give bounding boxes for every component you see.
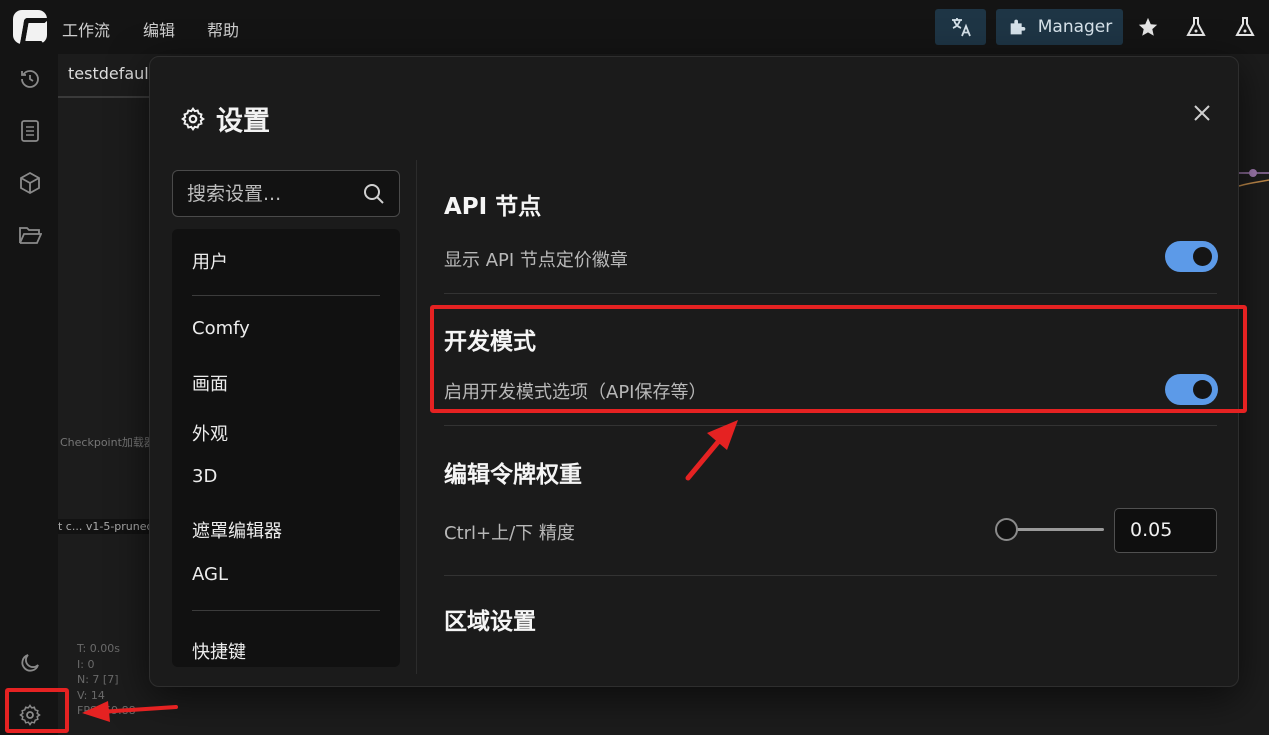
translate-button[interactable] [935,9,986,45]
setting-precision-label: Ctrl+上/下 精度 [444,523,575,544]
manager-label: Manager [1037,17,1113,37]
workflow-tab[interactable]: testdefault [58,56,153,98]
search-icon [364,184,384,204]
history-icon [21,70,39,88]
canvas-link [1239,169,1269,187]
category-list: 用户 Comfy 画面 外观 3D 遮罩编辑器 AGL 快捷键 [172,229,400,667]
close-button[interactable] [1190,101,1214,125]
folder-icon [19,227,42,244]
queue-button-1[interactable] [1181,12,1211,42]
stat-line: V: 14 [77,688,105,702]
stat-line: FPS: 59.88 [77,704,136,717]
favorites-button[interactable] [1133,12,1163,42]
node-title: Checkpoint加载器 [60,436,150,449]
close-icon [1194,105,1210,121]
history-button[interactable] [17,66,43,92]
star-icon [1138,17,1158,36]
category-comfy[interactable]: Comfy [192,318,250,339]
section-api-nodes: API 节点 [444,194,542,220]
section-token-weight: 编辑令牌权重 [444,462,582,488]
flask-icon [1186,17,1206,36]
document-icon [21,120,39,142]
category-keybindings[interactable]: 快捷键 [192,638,246,664]
manager-button[interactable]: Manager [996,9,1123,45]
model-library-button[interactable] [17,170,43,196]
category-mask-editor[interactable]: 遮罩编辑器 [192,517,282,543]
dialog-title: 设置 [216,106,270,137]
annotation-highlight-settings [5,688,69,733]
annotation-highlight-dev-mode [430,305,1247,413]
section-locale: 区域设置 [444,609,536,635]
workflows-button[interactable] [17,222,43,248]
node-library-button[interactable] [17,118,43,144]
theme-toggle-button[interactable] [17,650,43,676]
search-input[interactable] [187,181,357,207]
precision-input[interactable]: 0.05 [1114,508,1217,553]
moon-icon [21,654,39,672]
canvas-stats: T: 0.00s I: 0 N: 7 [7] V: 14 FPS: 59.88 [77,641,136,719]
settings-search[interactable] [172,170,400,217]
category-divider [192,610,380,611]
menu-help[interactable]: 帮助 [207,17,239,41]
api-pricing-badge-toggle[interactable] [1165,241,1218,272]
category-user[interactable]: 用户 [192,248,228,274]
translate-icon [951,18,971,37]
section-divider [444,293,1217,294]
setting-api-pricing-badge-label: 显示 API 节点定价徽章 [444,250,628,271]
cube-icon [20,171,40,195]
precision-slider-thumb[interactable] [995,518,1018,541]
category-appearance[interactable]: 外观 [192,420,228,446]
left-sidebar [0,54,58,735]
category-agl[interactable]: AGL [192,564,228,585]
stat-line: I: 0 [77,657,95,671]
stat-line: T: 0.00s [77,642,120,655]
dialog-header: 设置 [180,99,270,138]
queue-button-2[interactable] [1230,12,1260,42]
menu-workflow[interactable]: 工作流 [62,17,110,41]
gear-icon [181,106,205,131]
section-divider [444,425,1217,426]
category-divider [192,295,380,296]
puzzle-icon [1010,19,1026,35]
node-model-widget: t c... v1-5-pruned- [58,519,150,534]
menu-edit[interactable]: 编辑 [143,17,175,41]
section-divider [444,575,1217,576]
comfy-logo-icon[interactable] [13,10,47,44]
category-canvas[interactable]: 画面 [192,370,228,396]
top-bar: 工作流 编辑 帮助 Manager [0,0,1269,54]
stat-line: N: 7 [7] [77,673,119,686]
precision-slider-track[interactable] [1006,528,1104,531]
flask-icon [1235,17,1255,36]
category-3d[interactable]: 3D [192,466,217,487]
panel-divider [416,160,417,674]
